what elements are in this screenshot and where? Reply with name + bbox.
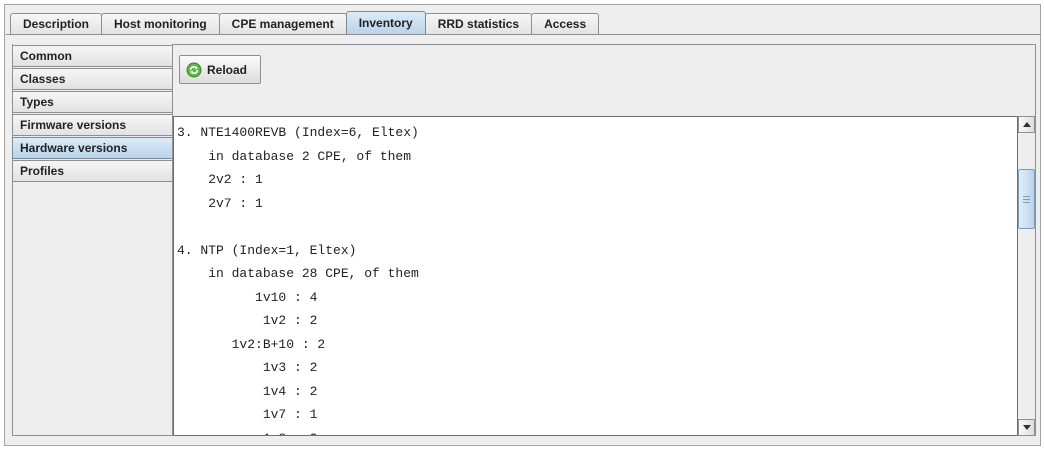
tab-cpe-management[interactable]: CPE management [218, 13, 347, 34]
tab-firmware-versions[interactable]: Firmware versions [12, 114, 172, 136]
tab-divider [6, 34, 1041, 35]
tab-common[interactable]: Common [12, 45, 172, 67]
arrow-down-icon [1022, 425, 1031, 430]
tab-description[interactable]: Description [10, 13, 103, 34]
vertical-scrollbar[interactable] [1018, 116, 1036, 436]
tab-hardware-versions[interactable]: Hardware versions [12, 137, 172, 159]
tab-access[interactable]: Access [531, 13, 600, 34]
scroll-down-button[interactable] [1018, 419, 1035, 436]
tab-classes[interactable]: Classes [12, 68, 172, 90]
reload-button[interactable]: Reload [179, 55, 261, 84]
hardware-versions-text[interactable]: 3. NTE1400REVB (Index=6, Eltex) in datab… [173, 116, 1018, 436]
refresh-icon [186, 62, 202, 78]
scroll-up-button[interactable] [1018, 116, 1035, 133]
tab-profiles[interactable]: Profiles [12, 160, 172, 182]
tab-types[interactable]: Types [12, 91, 172, 113]
tab-rrd-statistics[interactable]: RRD statistics [424, 13, 533, 34]
reload-button-label: Reload [207, 62, 248, 77]
hardware-versions-content: 3. NTE1400REVB (Index=6, Eltex) in datab… [177, 125, 419, 435]
tab-host-monitoring[interactable]: Host monitoring [101, 13, 220, 34]
tab-inventory[interactable]: Inventory [345, 11, 426, 34]
content-panel: Reload 3. NTE1400REVB (Index=6, Eltex) i… [172, 44, 1036, 436]
left-tab-bar: Common Classes Types Firmware versions H… [12, 45, 172, 183]
grip-icon [1023, 195, 1030, 203]
scroll-thumb[interactable] [1018, 169, 1035, 229]
arrow-up-icon [1022, 122, 1031, 127]
toolbar: Reload [173, 45, 1035, 95]
top-tab-bar: Description Host monitoring CPE manageme… [10, 11, 600, 34]
